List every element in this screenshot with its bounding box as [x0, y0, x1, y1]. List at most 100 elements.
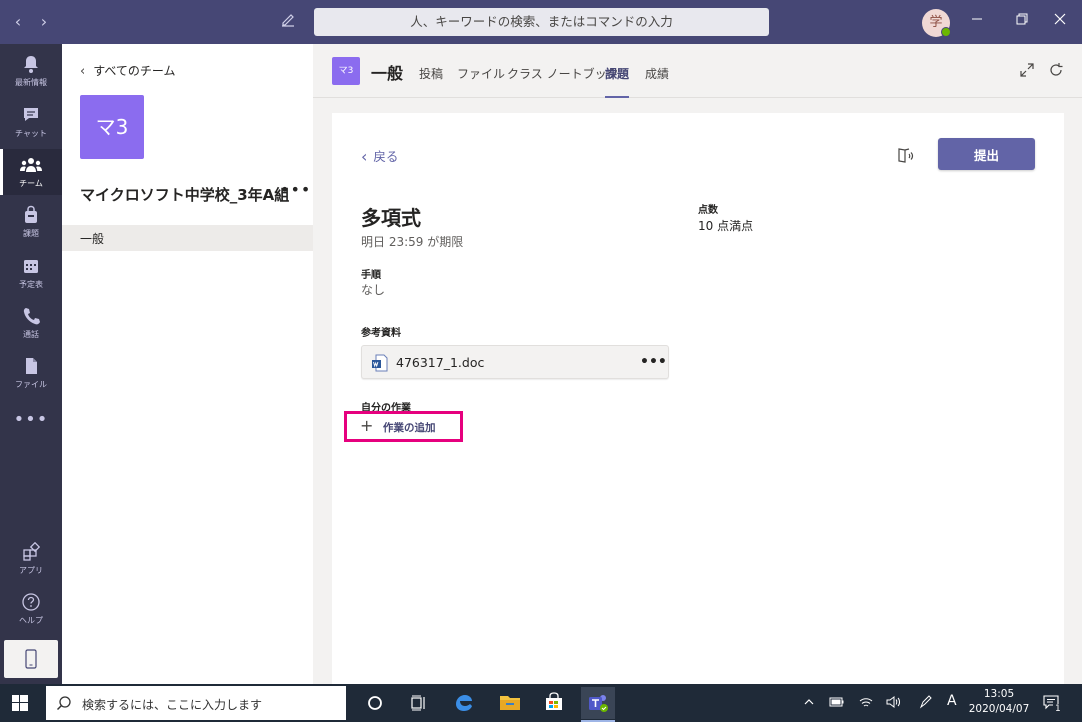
reference-file-card[interactable]: 476317_1.doc •••: [361, 345, 669, 379]
reference-materials-label: 参考資料: [361, 328, 401, 339]
plus-icon: +: [360, 416, 374, 435]
store-icon[interactable]: [537, 687, 571, 719]
channel-header: マ3 一般 投稿 ファイル クラス ノートブック 課題 成績: [313, 44, 1082, 98]
rail-item-calendar[interactable]: 予定表: [0, 250, 62, 296]
add-work-label: 作業の追加: [383, 422, 436, 434]
rail-item-activity[interactable]: 最新情報: [0, 48, 62, 94]
tab-class-notebook[interactable]: クラス ノートブック: [507, 65, 619, 98]
bell-icon: [0, 54, 62, 76]
expand-icon[interactable]: [1019, 62, 1035, 78]
forward-arrow-icon[interactable]: ›: [34, 12, 54, 32]
rail-label: アプリ: [19, 566, 43, 575]
assignments-icon: [0, 205, 62, 227]
immersive-reader-icon[interactable]: [896, 145, 916, 165]
cortana-icon[interactable]: [358, 687, 392, 719]
minimize-button[interactable]: [967, 12, 987, 32]
instructions-value: なし: [361, 283, 386, 297]
tab-grades[interactable]: 成績: [645, 65, 669, 98]
battery-icon[interactable]: [828, 695, 846, 712]
points-label: 点数: [698, 205, 718, 216]
mobile-app-button[interactable]: [4, 640, 58, 678]
word-document-icon: [372, 354, 388, 372]
assignment-card: ‹ 戻る 提出 多項式 明日 23:59 が期限 点数 10 点満点 手順 なし …: [332, 113, 1064, 684]
channel-label: 一般: [80, 232, 105, 246]
refresh-icon[interactable]: [1048, 62, 1064, 78]
all-teams-label: すべてのチーム: [93, 64, 176, 78]
teams-icon: [0, 155, 62, 177]
windows-taskbar: 検索するには、ここに入力します A 13:05 2020/04/07 1: [0, 684, 1082, 722]
instructions-label: 手順: [361, 270, 381, 281]
channel-title: 一般: [371, 64, 404, 83]
team-name: マイクロソフト中学校_3年A組: [80, 186, 290, 204]
chevron-left-icon: ‹: [361, 147, 368, 166]
all-teams-link[interactable]: ‹ すべてのチーム: [80, 62, 176, 79]
mobile-phone-icon: [24, 649, 38, 673]
file-icon: [0, 356, 62, 378]
help-icon: [0, 592, 62, 614]
rail-label: チャット: [15, 129, 47, 138]
wifi-icon[interactable]: [858, 695, 874, 712]
rail-item-assignments[interactable]: 課題: [0, 199, 62, 245]
back-label: 戻る: [373, 149, 399, 164]
close-button[interactable]: [1050, 12, 1070, 32]
rail-item-help[interactable]: ヘルプ: [0, 586, 62, 632]
chevron-up-icon[interactable]: [803, 695, 815, 712]
team-panel: ‹ すべてのチーム マ3 マイクロソフト中学校_3年A組 ••• 一般: [62, 44, 313, 684]
due-date: 明日 23:59 が期限: [361, 235, 464, 249]
rail-label: チーム: [19, 179, 43, 188]
clock-time: 13:05: [983, 688, 1015, 700]
rail-item-files[interactable]: ファイル: [0, 350, 62, 396]
rail-label: 課題: [23, 229, 39, 238]
task-view-icon[interactable]: [402, 687, 436, 719]
calendar-icon: [0, 256, 62, 278]
search-icon: [56, 695, 72, 711]
ime-indicator[interactable]: A: [947, 693, 957, 709]
tab-assignments[interactable]: 課題: [605, 65, 630, 98]
channel-team-avatar: マ3: [332, 57, 360, 85]
rail-label: ファイル: [15, 380, 47, 389]
chat-icon: [0, 105, 62, 127]
windows-start-icon[interactable]: [12, 695, 28, 711]
system-clock[interactable]: 13:05 2020/04/07: [966, 687, 1032, 717]
add-work-button[interactable]: + 作業の追加: [344, 411, 463, 442]
rail-item-teams[interactable]: チーム: [0, 149, 62, 195]
rail-item-apps[interactable]: アプリ: [0, 536, 62, 582]
back-arrow-icon[interactable]: ‹: [8, 12, 28, 32]
app-rail: 最新情報 チャット チーム 課題 予定表 通話 ファイル ••• アプリ ヘルプ: [0, 44, 62, 684]
clock-date: 2020/04/07: [968, 703, 1030, 715]
file-name: 476317_1.doc: [396, 355, 485, 370]
apps-icon: [0, 541, 62, 564]
team-avatar: マ3: [80, 95, 144, 159]
chevron-left-icon: ‹: [80, 64, 86, 79]
volume-icon[interactable]: [885, 695, 901, 712]
taskbar-search-placeholder: 検索するには、ここに入力します: [82, 698, 263, 712]
title-bar: ‹ › 人、キーワードの検索、またはコマンドの入力 学: [0, 0, 1082, 44]
rail-item-chat[interactable]: チャット: [0, 99, 62, 145]
phone-icon: [0, 306, 62, 328]
file-more-options-button[interactable]: •••: [640, 354, 667, 370]
restore-button[interactable]: [1012, 12, 1032, 32]
back-button[interactable]: ‹ 戻る: [361, 146, 398, 166]
assignment-title: 多項式: [361, 206, 421, 230]
points-value: 10 点満点: [698, 219, 754, 233]
tab-files[interactable]: ファイル: [457, 65, 505, 98]
file-explorer-icon[interactable]: [493, 687, 527, 719]
team-more-options-button[interactable]: •••: [280, 180, 311, 199]
rail-label: ヘルプ: [19, 616, 43, 625]
taskbar-search-input[interactable]: 検索するには、ここに入力します: [46, 686, 346, 720]
notification-count-badge: 1: [1053, 704, 1063, 714]
pen-icon[interactable]: [918, 695, 934, 712]
compose-icon[interactable]: [278, 12, 298, 32]
edge-browser-icon[interactable]: [447, 687, 481, 719]
rail-label: 予定表: [19, 280, 43, 289]
tab-posts[interactable]: 投稿: [419, 65, 443, 98]
rail-label: 最新情報: [15, 78, 47, 87]
more-apps-button[interactable]: •••: [0, 400, 62, 440]
submit-button[interactable]: 提出: [938, 138, 1035, 170]
rail-label: 通話: [23, 330, 39, 339]
rail-item-calls[interactable]: 通話: [0, 300, 62, 346]
channel-item-general[interactable]: 一般: [62, 225, 313, 251]
teams-app-icon[interactable]: [581, 687, 615, 722]
command-search-input[interactable]: 人、キーワードの検索、またはコマンドの入力: [314, 8, 769, 36]
presence-status-icon: [941, 27, 951, 37]
